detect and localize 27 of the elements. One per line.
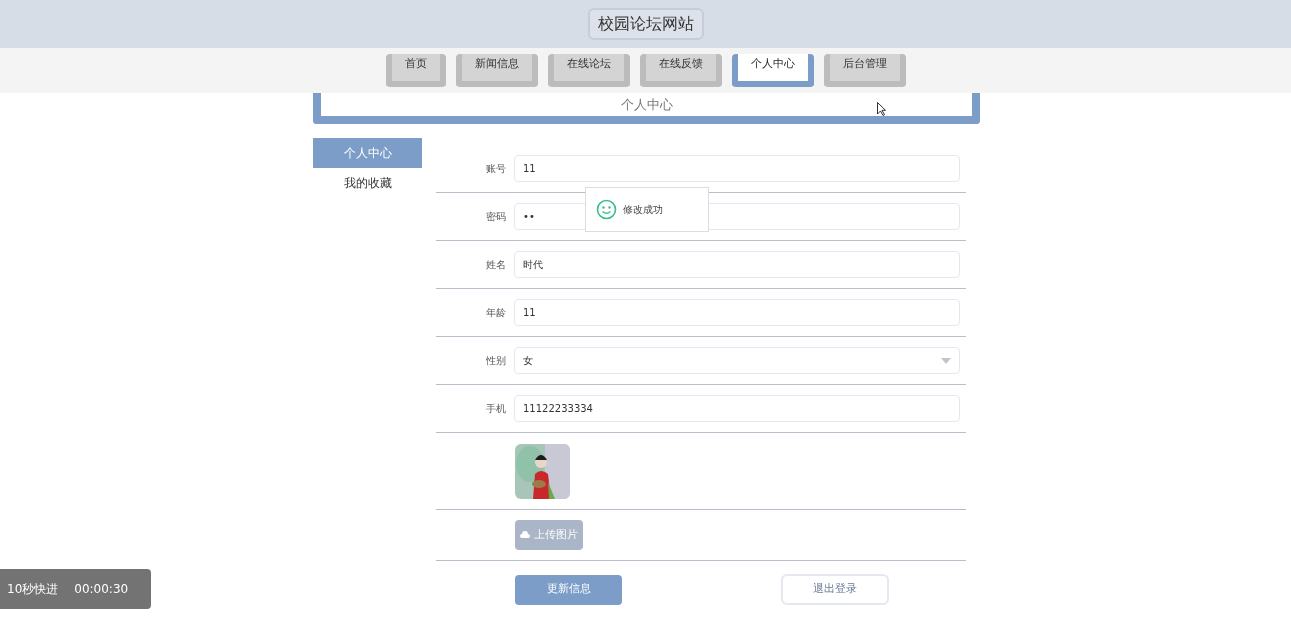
field-label: 性别 [485,354,507,368]
video-time: 00:00:30 [74,581,129,598]
select-field[interactable]: 女 [514,347,960,374]
caret-icon [941,357,951,364]
site-title: 校园论坛网站 [587,8,704,40]
input-field[interactable]: 11122233334 [514,395,960,422]
nav-tab[interactable]: 首页 [385,54,446,87]
toast-message: 修改成功 [623,203,663,217]
field-label: 账号 [485,162,507,176]
field-label: 年龄 [485,306,507,320]
skip-forward-label: 10秒快进 [7,581,59,598]
cursor-icon [877,102,886,116]
input-field[interactable]: 11 [514,299,960,326]
field-label: 手机 [485,402,507,416]
logout-button[interactable]: 退出登录 [781,574,889,605]
input-field[interactable]: 11 [514,155,960,182]
nav-tab[interactable]: 新闻信息 [455,54,538,87]
input-field[interactable]: 时代 [514,251,960,278]
field-label: 密码 [485,210,507,224]
nav-tab[interactable]: 在线论坛 [547,54,630,87]
nav-tab[interactable]: 在线反馈 [639,54,722,87]
smiley-icon [596,199,617,220]
field-label: 姓名 [485,258,507,272]
nav-tab[interactable]: 个人中心 [731,54,814,87]
nav-tab[interactable]: 后台管理 [823,54,906,87]
cloud-upload-icon [520,531,530,539]
panel-title: 个人中心 [620,95,673,114]
